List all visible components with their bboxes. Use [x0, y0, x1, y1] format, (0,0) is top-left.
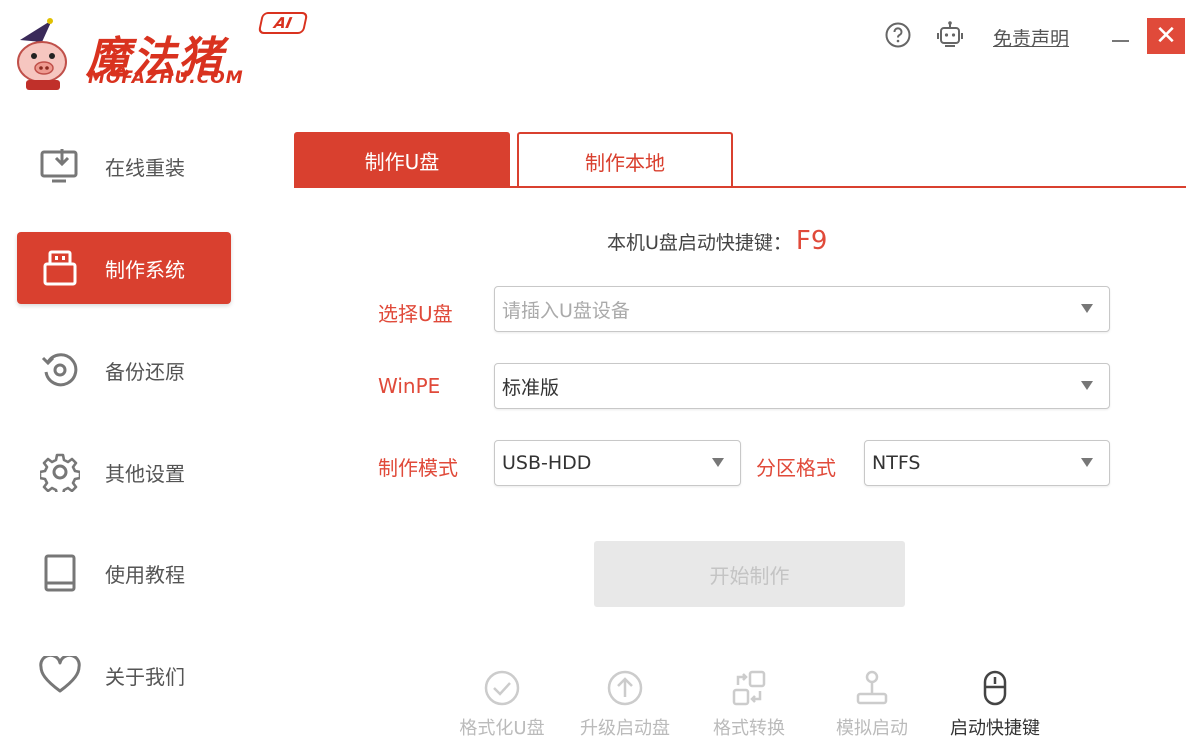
mouse-icon [975, 668, 1015, 708]
start-make-button[interactable]: 开始制作 [594, 541, 905, 607]
sidebar-item-online-reinstall[interactable]: 在线重装 [17, 130, 231, 202]
partition-select-value: NTFS [872, 452, 921, 474]
sidebar-item-label: 使用教程 [105, 562, 185, 587]
sidebar-item-label: 在线重装 [105, 155, 185, 180]
tool-simulate-boot[interactable]: 模拟启动 [817, 668, 927, 747]
partition-label: 分区格式 [756, 456, 836, 480]
heart-icon [39, 654, 81, 696]
ai-badge: AI [257, 12, 309, 34]
robot-icon[interactable] [935, 20, 965, 50]
usb-drive-icon [39, 247, 81, 289]
chevron-down-icon [712, 458, 724, 467]
tool-format-usb[interactable]: 格式化U盘 [447, 668, 557, 747]
tool-label: 启动快捷键 [950, 718, 1040, 739]
logo-subtext: MOFAZHU.COM [88, 68, 244, 88]
tool-label: 模拟启动 [836, 718, 908, 739]
partition-select[interactable]: NTFS [864, 440, 1110, 486]
sidebar-item-label: 关于我们 [105, 664, 185, 689]
tool-format-convert[interactable]: 格式转换 [694, 668, 804, 747]
check-circle-icon [482, 668, 522, 708]
book-icon [39, 552, 81, 594]
hotkey-info: 本机U盘启动快捷键： F9 [607, 226, 827, 256]
winpe-select[interactable]: 标准版 [494, 363, 1110, 409]
chevron-down-icon [1081, 458, 1093, 467]
winpe-label: WinPE [378, 374, 441, 398]
tool-label: 格式转换 [713, 718, 785, 739]
tab-make-local[interactable]: 制作本地 [517, 132, 733, 188]
app-logo: 魔法猪 MOFAZHU.COM AI [8, 8, 309, 98]
winpe-select-value: 标准版 [502, 376, 560, 399]
mode-select[interactable]: USB-HDD [494, 440, 741, 486]
chevron-down-icon [1081, 381, 1093, 390]
download-monitor-icon [39, 145, 81, 187]
sidebar-item-label: 制作系统 [105, 257, 185, 282]
mode-select-value: USB-HDD [502, 452, 592, 474]
disclaimer-link[interactable]: 免责声明 [993, 24, 1069, 51]
gear-icon [39, 451, 81, 493]
arrow-up-circle-icon [605, 668, 645, 708]
tool-upgrade-boot-disk[interactable]: 升级启动盘 [570, 668, 680, 747]
joystick-icon [852, 668, 892, 708]
sidebar-item-label: 其他设置 [105, 461, 185, 486]
hotkey-value: F9 [795, 226, 828, 256]
sidebar-item-about-us[interactable]: 关于我们 [17, 639, 231, 711]
tab-underline [294, 186, 1186, 188]
tab-make-usb[interactable]: 制作U盘 [294, 132, 510, 188]
sidebar-item-other-settings[interactable]: 其他设置 [17, 436, 231, 508]
tool-label: 升级启动盘 [580, 718, 670, 739]
close-icon[interactable]: ✕ [1147, 18, 1185, 54]
chevron-down-icon [1081, 304, 1093, 313]
sidebar-item-backup-restore[interactable]: 备份还原 [17, 334, 231, 406]
sidebar-item-label: 备份还原 [105, 359, 185, 384]
usb-select-placeholder: 请插入U盘设备 [502, 299, 630, 322]
usb-select[interactable]: 请插入U盘设备 [494, 286, 1110, 332]
sidebar-item-make-system[interactable]: 制作系统 [17, 232, 231, 304]
tool-boot-hotkey[interactable]: 启动快捷键 [940, 668, 1050, 747]
restore-icon [39, 349, 81, 391]
minimize-icon[interactable] [1106, 22, 1134, 50]
convert-icon [729, 668, 769, 708]
usb-select-label: 选择U盘 [378, 302, 453, 326]
hotkey-label: 本机U盘启动快捷键： [607, 232, 792, 254]
sidebar-item-tutorial[interactable]: 使用教程 [17, 537, 231, 609]
tool-label: 格式化U盘 [459, 718, 545, 739]
help-icon[interactable] [883, 20, 913, 50]
pig-mascot-icon [17, 18, 67, 90]
mode-label: 制作模式 [378, 456, 458, 480]
